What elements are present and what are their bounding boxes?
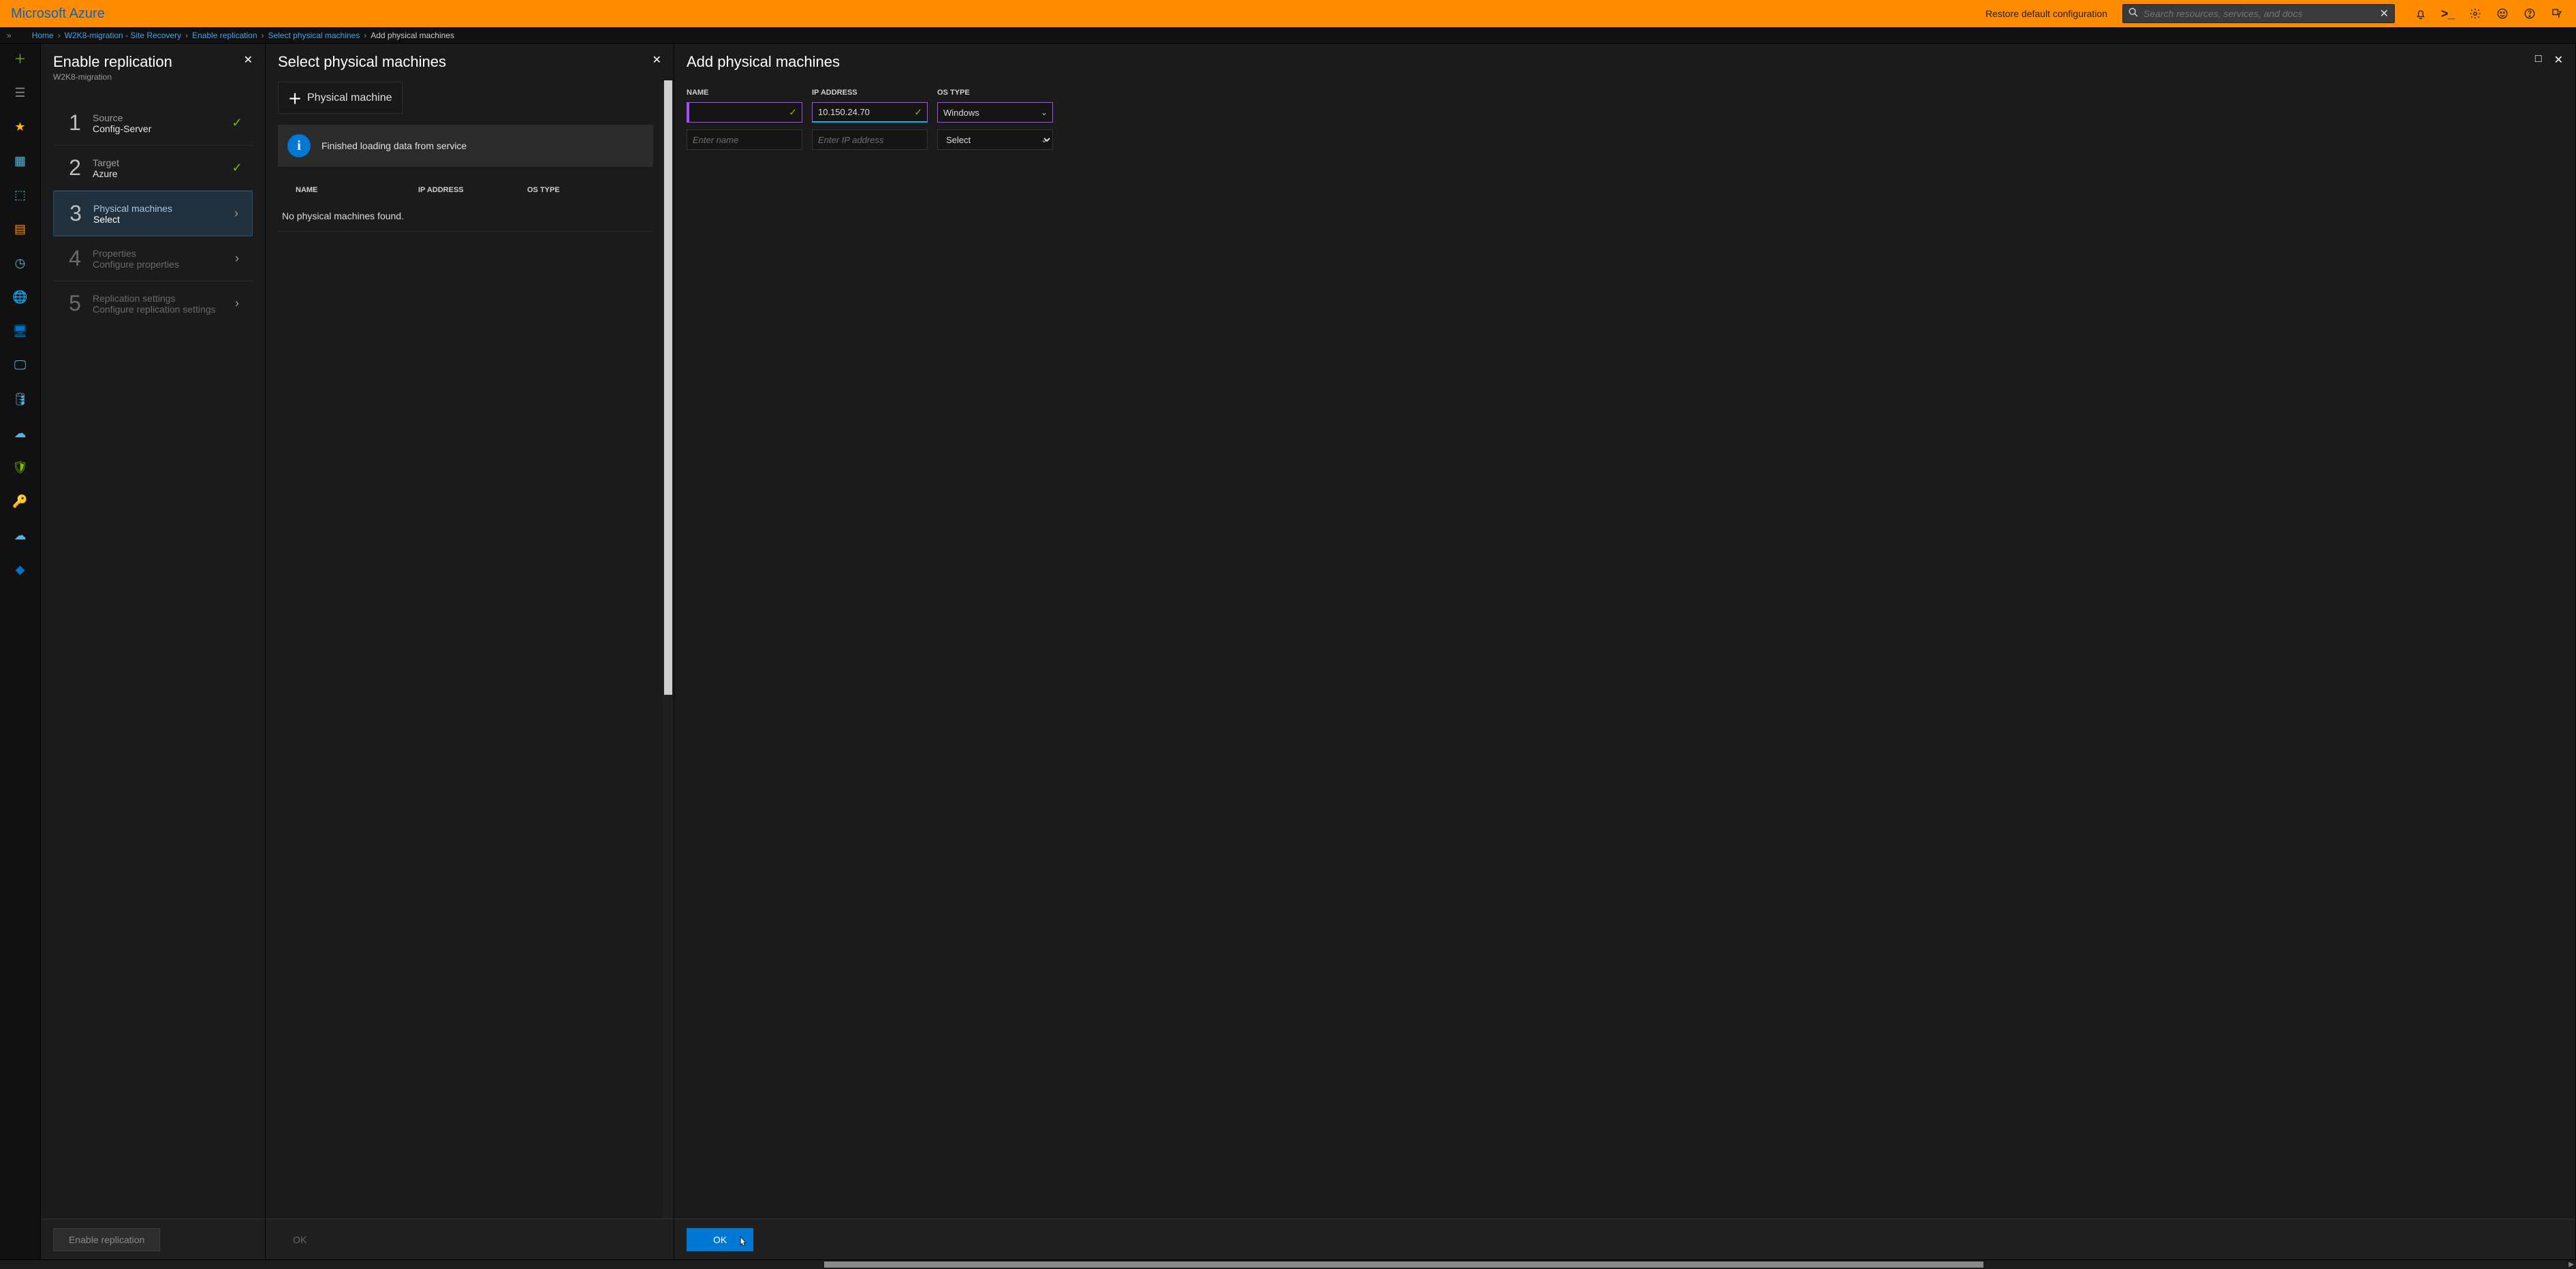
global-search[interactable]: ✕ xyxy=(2122,4,2395,23)
blade-subtitle: W2K8-migration xyxy=(53,72,172,82)
step-replication-settings[interactable]: 5 Replication settings Configure replica… xyxy=(53,281,253,326)
help-icon[interactable] xyxy=(2517,0,2542,27)
search-clear-icon[interactable]: ✕ xyxy=(2380,7,2389,20)
machine-os-select[interactable]: Windows xyxy=(937,102,1053,123)
blade-title: Select physical machines xyxy=(278,53,446,71)
recent-icon[interactable]: ◷ xyxy=(10,252,31,274)
breadcrumb: » Home › W2K8-migration - Site Recovery … xyxy=(0,27,2576,44)
step-target[interactable]: 2 Target Azure ✓ xyxy=(53,146,253,191)
restore-default-config[interactable]: Restore default configuration xyxy=(1985,8,2107,19)
azure-ad-icon[interactable]: ◆ xyxy=(10,559,31,580)
form-headers: NAME IP ADDRESS OS TYPE xyxy=(687,76,2563,102)
web-icon[interactable]: 🌐 xyxy=(10,286,31,308)
storage-icon[interactable]: ☁ xyxy=(10,524,31,546)
close-icon[interactable]: ✕ xyxy=(653,53,661,67)
breadcrumb-enable[interactable]: Enable replication xyxy=(192,31,257,40)
scroll-right-icon[interactable]: ▶ xyxy=(2569,1260,2574,1269)
chevron-right-icon: › xyxy=(230,296,245,311)
all-services-icon[interactable]: ☰ xyxy=(10,82,31,104)
ok-button[interactable]: OK xyxy=(278,1229,321,1251)
security-icon[interactable]: 🛡 xyxy=(10,456,31,478)
info-icon: i xyxy=(287,134,311,157)
monitor-icon[interactable]: 🖵 xyxy=(10,354,31,376)
close-icon[interactable]: ✕ xyxy=(2554,53,2563,67)
cloud-shell-icon[interactable]: >_ xyxy=(2436,0,2460,27)
settings-gear-icon[interactable] xyxy=(2463,0,2487,27)
form-row-2: Select ⌄ xyxy=(687,129,2563,150)
plus-icon: ＋ xyxy=(288,88,302,108)
cloud-services-icon[interactable]: ☁ xyxy=(10,422,31,444)
breadcrumb-resource[interactable]: W2K8-migration - Site Recovery xyxy=(65,31,181,40)
global-search-input[interactable] xyxy=(2143,8,2380,19)
info-banner: i Finished loading data from service xyxy=(278,125,653,167)
check-icon: ✓ xyxy=(230,161,245,175)
notifications-icon[interactable] xyxy=(2408,0,2433,27)
machine-ip-input-2[interactable] xyxy=(812,129,928,150)
scrollbar[interactable] xyxy=(663,80,674,1219)
machine-ip-input[interactable] xyxy=(812,102,928,123)
enable-replication-button[interactable]: Enable replication xyxy=(53,1228,160,1251)
check-icon: ✓ xyxy=(230,116,245,130)
resource-groups-icon[interactable]: ⬚ xyxy=(10,184,31,206)
breadcrumb-select[interactable]: Select physical machines xyxy=(268,31,360,40)
left-nav: ＋ ☰ ★ ▦ ⬚ ▤ ◷ 🌐 🖥 🖵 🛢 ☁ 🛡 🔑 ☁ ◆ xyxy=(0,44,41,1259)
blade-add-physical-machines: Add physical machines □ ✕ NAME IP ADDRES… xyxy=(674,44,2576,1259)
machine-name-input-2[interactable] xyxy=(687,129,802,150)
breadcrumb-add: Add physical machines xyxy=(371,31,454,40)
brand[interactable]: Microsoft Azure xyxy=(7,6,109,22)
directory-filter-icon[interactable] xyxy=(2545,0,2569,27)
sql-db-icon[interactable]: 🛢 xyxy=(10,388,31,410)
chevron-right-icon: › xyxy=(230,251,245,266)
feedback-smiley-icon[interactable] xyxy=(2490,0,2515,27)
step-properties[interactable]: 4 Properties Configure properties › xyxy=(53,236,253,281)
scrollbar-thumb[interactable] xyxy=(664,80,672,695)
empty-state: No physical machines found. xyxy=(278,201,653,232)
chevron-right-icon: › xyxy=(229,206,244,221)
horizontal-scrollbar[interactable]: ▶ xyxy=(0,1259,2576,1269)
virtual-machines-icon[interactable]: 🖥 xyxy=(10,320,31,342)
breadcrumb-home[interactable]: Home xyxy=(32,31,54,40)
blade-enable-replication: Enable replication W2K8-migration ✕ 1 So… xyxy=(41,44,266,1259)
dashboard-icon[interactable]: ▦ xyxy=(10,150,31,172)
favorites-icon[interactable]: ★ xyxy=(10,116,31,138)
topbar: Microsoft Azure Restore default configur… xyxy=(0,0,2576,27)
step-physical-machines[interactable]: 3 Physical machines Select › xyxy=(53,191,253,236)
add-physical-machine-button[interactable]: ＋ Physical machine xyxy=(278,82,403,114)
machine-os-select-2[interactable]: Select xyxy=(937,129,1053,150)
blade-title: Enable replication xyxy=(53,53,172,71)
topbar-icons: >_ xyxy=(2408,0,2569,27)
ok-button[interactable]: OK xyxy=(687,1228,753,1251)
app-services-icon[interactable]: ▤ xyxy=(10,218,31,240)
machine-name-input[interactable] xyxy=(689,102,802,123)
expand-nav-icon[interactable]: » xyxy=(7,31,12,40)
table-headers: NAME IP ADDRESS OS TYPE xyxy=(278,167,653,201)
maximize-icon[interactable]: □ xyxy=(2535,53,2542,67)
keys-icon[interactable]: 🔑 xyxy=(10,490,31,512)
create-resource-icon[interactable]: ＋ xyxy=(10,48,31,69)
close-icon[interactable]: ✕ xyxy=(244,53,253,67)
form-row-1: ✓ ✓ Windows ⌄ xyxy=(687,102,2563,123)
search-icon xyxy=(2129,7,2138,20)
step-source[interactable]: 1 Source Config-Server ✓ xyxy=(53,101,253,146)
blade-select-physical-machines: Select physical machines ✕ ＋ Physical ma… xyxy=(266,44,674,1259)
blade-title: Add physical machines xyxy=(687,53,840,71)
scrollbar-thumb[interactable] xyxy=(824,1262,1983,1268)
